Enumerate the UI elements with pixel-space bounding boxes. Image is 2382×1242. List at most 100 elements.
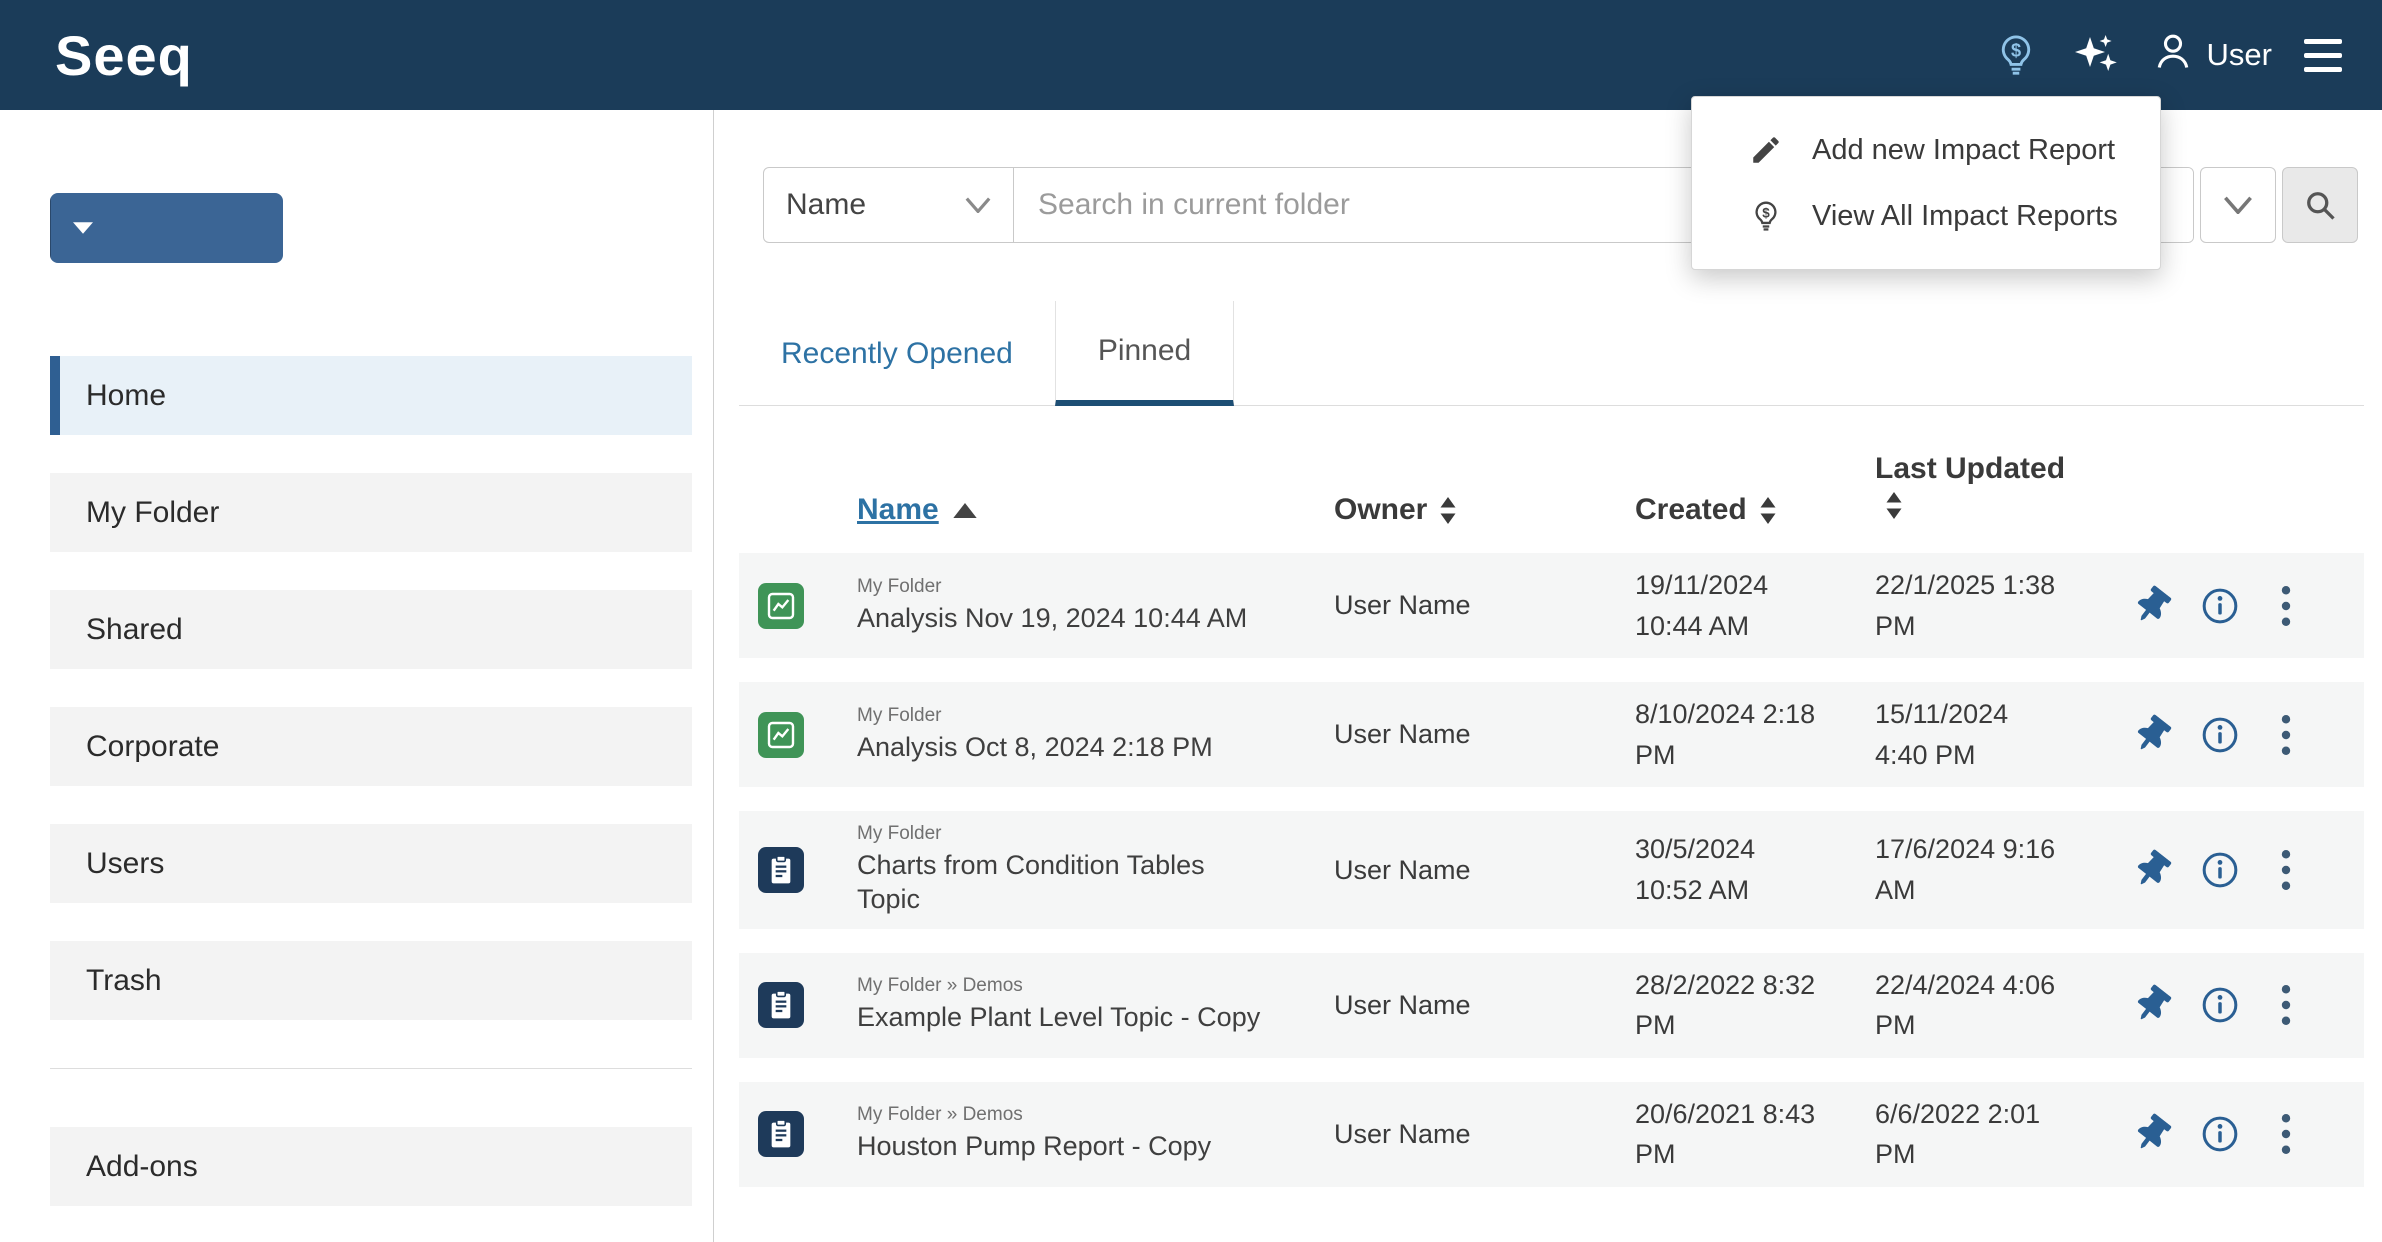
- table-row[interactable]: My Folder Analysis Oct 8, 2024 2:18 PM U…: [739, 682, 2364, 787]
- row-item-name[interactable]: Example Plant Level Topic - Copy: [857, 1000, 1274, 1034]
- sidebar-item-label: My Folder: [86, 496, 219, 530]
- search-options-dropdown-button[interactable]: [2200, 167, 2276, 243]
- menu-item-label: Add new Impact Report: [1812, 134, 2115, 167]
- info-icon[interactable]: [2201, 1114, 2239, 1154]
- sidebar-item-shared[interactable]: Shared: [50, 590, 692, 669]
- svg-text:$: $: [1762, 205, 1770, 220]
- analysis-icon: [758, 712, 804, 758]
- pin-icon[interactable]: [2133, 852, 2171, 888]
- kebab-menu-icon[interactable]: [2279, 849, 2293, 891]
- table-body: My Folder Analysis Nov 19, 2024 10:44 AM…: [739, 553, 2364, 1187]
- info-icon[interactable]: [2201, 985, 2239, 1025]
- kebab-menu-icon[interactable]: [2279, 714, 2293, 756]
- sidebar-item-users[interactable]: Users: [50, 824, 692, 903]
- kebab-menu-icon[interactable]: [2279, 585, 2293, 627]
- sidebar-item-trash[interactable]: Trash: [50, 941, 692, 1020]
- pin-icon[interactable]: [2133, 987, 2171, 1023]
- impact-report-menu: Add new Impact Report $ View All Impact …: [1691, 96, 2161, 270]
- row-created: 28/2/2022 8:32 PM: [1635, 965, 1875, 1046]
- row-item-name[interactable]: Analysis Nov 19, 2024 10:44 AM: [857, 601, 1274, 635]
- top-navbar: Seeq $ User: [0, 0, 2382, 110]
- new-button[interactable]: + New: [50, 193, 283, 263]
- lightbulb-icon: $: [1748, 199, 1784, 233]
- sort-icon: [1759, 497, 1777, 524]
- info-icon[interactable]: [2201, 715, 2239, 755]
- sidebar-item-corporate[interactable]: Corporate: [50, 707, 692, 786]
- table-row[interactable]: My Folder Charts from Condition Tables T…: [739, 811, 2364, 929]
- row-updated: 15/11/2024 4:40 PM: [1875, 694, 2115, 775]
- sort-icon: [1885, 492, 1903, 519]
- pencil-icon: [1748, 133, 1784, 167]
- main-content: Name Recently Opened Pinned Name: [714, 110, 2382, 1242]
- pin-icon[interactable]: [2133, 1116, 2171, 1152]
- tab-label: Recently Opened: [781, 337, 1013, 371]
- column-label: Last Updated: [1875, 452, 2115, 486]
- table-row[interactable]: My Folder Analysis Nov 19, 2024 10:44 AM…: [739, 553, 2364, 658]
- user-icon: [2151, 29, 2195, 81]
- row-created: 8/10/2024 2:18 PM: [1635, 694, 1875, 775]
- row-folder-path: My Folder » Demos: [857, 975, 1274, 997]
- info-icon[interactable]: [2201, 850, 2239, 890]
- row-updated: 17/6/2024 9:16 AM: [1875, 829, 2115, 910]
- row-item-name[interactable]: Houston Pump Report - Copy: [857, 1129, 1274, 1163]
- user-menu[interactable]: User: [2151, 29, 2272, 81]
- row-folder-path: My Folder: [857, 705, 1274, 727]
- topic-icon: [758, 982, 804, 1028]
- row-created: 30/5/2024 10:52 AM: [1635, 829, 1875, 910]
- sidebar-item-home[interactable]: Home: [50, 356, 692, 435]
- row-created: 19/11/2024 10:44 AM: [1635, 565, 1875, 646]
- pin-icon[interactable]: [2133, 717, 2171, 753]
- table-row[interactable]: My Folder » Demos Houston Pump Report - …: [739, 1082, 2364, 1187]
- sidebar-item-label: Home: [86, 379, 166, 413]
- ai-sparkles-icon[interactable]: [2071, 0, 2119, 110]
- sidebar-item-add-ons[interactable]: Add-ons: [50, 1127, 692, 1206]
- new-button-caret[interactable]: [50, 193, 114, 263]
- pin-icon[interactable]: [2133, 588, 2171, 624]
- tab-label: Pinned: [1098, 334, 1191, 368]
- svg-text:$: $: [2010, 41, 2020, 61]
- kebab-menu-icon[interactable]: [2279, 984, 2293, 1026]
- sidebar-item-my-folder[interactable]: My Folder: [50, 473, 692, 552]
- column-header-name[interactable]: Name: [857, 493, 1334, 527]
- sidebar-item-label: Users: [86, 847, 164, 881]
- chevron-down-icon: [73, 222, 93, 234]
- menu-item-view-impact-reports[interactable]: $ View All Impact Reports: [1692, 183, 2160, 249]
- row-item-name[interactable]: Analysis Oct 8, 2024 2:18 PM: [857, 730, 1274, 764]
- search-field-value: Name: [786, 188, 866, 222]
- impact-report-lightbulb-icon[interactable]: $: [1993, 0, 2039, 110]
- topic-icon: [758, 847, 804, 893]
- search-field-select[interactable]: Name: [764, 168, 1014, 242]
- items-table: Name Owner Created Last Updated: [739, 406, 2364, 1187]
- analysis-icon: [758, 583, 804, 629]
- sidebar-item-label: Add-ons: [86, 1150, 198, 1184]
- seeq-logo[interactable]: Seeq: [55, 23, 193, 88]
- menu-item-add-impact-report[interactable]: Add new Impact Report: [1692, 117, 2160, 183]
- search-button[interactable]: [2282, 167, 2358, 243]
- kebab-menu-icon[interactable]: [2279, 1113, 2293, 1155]
- tab-pinned[interactable]: Pinned: [1055, 301, 1234, 406]
- column-header-owner[interactable]: Owner: [1334, 493, 1635, 527]
- sidebar-nav: Home My Folder Shared Corporate Users Tr…: [0, 356, 713, 1020]
- row-owner: User Name: [1334, 1114, 1635, 1155]
- sort-asc-icon: [953, 503, 977, 518]
- sidebar-item-label: Shared: [86, 613, 183, 647]
- tab-recently-opened[interactable]: Recently Opened: [739, 301, 1055, 406]
- search-icon: [2302, 187, 2338, 223]
- navbar-actions: $ User: [1993, 0, 2342, 110]
- table-row[interactable]: My Folder » Demos Example Plant Level To…: [739, 953, 2364, 1058]
- column-label: Created: [1635, 493, 1747, 527]
- sort-icon: [1439, 497, 1457, 524]
- sidebar-divider: [50, 1068, 692, 1069]
- row-folder-path: My Folder: [857, 576, 1274, 598]
- info-icon[interactable]: [2201, 586, 2239, 626]
- topic-icon: [758, 1111, 804, 1157]
- column-label: Owner: [1334, 493, 1427, 527]
- column-header-last-updated[interactable]: Last Updated: [1875, 452, 2115, 527]
- row-updated: 6/6/2022 2:01 PM: [1875, 1094, 2115, 1175]
- row-owner: User Name: [1334, 985, 1635, 1026]
- sidebar-item-label: Corporate: [86, 730, 219, 764]
- row-item-name[interactable]: Charts from Condition Tables Topic: [857, 848, 1274, 917]
- column-header-created[interactable]: Created: [1635, 493, 1875, 527]
- hamburger-menu-icon[interactable]: [2304, 0, 2342, 110]
- chevron-down-icon: [2223, 196, 2253, 214]
